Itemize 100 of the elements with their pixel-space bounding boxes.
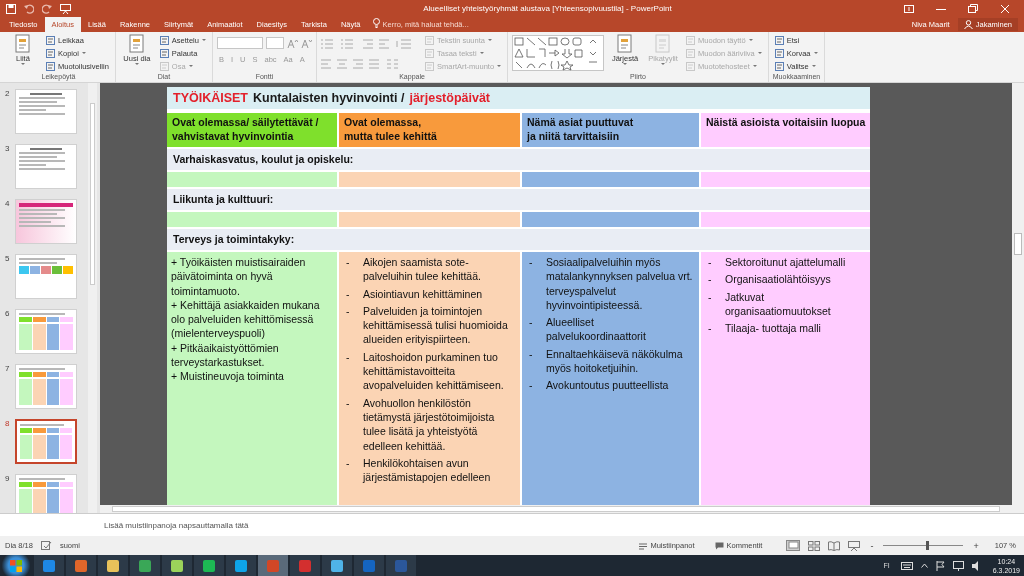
bullet-mark: -: [345, 255, 351, 270]
network-icon[interactable]: [952, 560, 964, 571]
bullet-mark: -: [345, 303, 351, 319]
caret-icon: [81, 52, 86, 54]
slideshow-icon[interactable]: [848, 540, 861, 551]
slide-number: 2: [5, 89, 11, 100]
tool-icon: [774, 48, 784, 58]
presentation-icon[interactable]: [60, 3, 71, 14]
slide-title-text: Kuntalaisten hyvinvointi /: [253, 91, 405, 105]
taskbar-button[interactable]: [130, 555, 160, 576]
list-item-text: Sektoroitunut ajattelumalli: [725, 255, 847, 270]
cell-text: + Kehittäjä asiakkaiden mukana olo palveluiden kehittömisessä (mielenterveyspuoli): [171, 297, 321, 341]
undo-icon[interactable]: [24, 3, 34, 14]
close-icon[interactable]: [1000, 3, 1010, 14]
caret-icon: [811, 65, 816, 67]
slide-thumbnail[interactable]: [15, 419, 77, 464]
restore-icon[interactable]: [968, 4, 978, 13]
tool-icon: [46, 61, 55, 71]
normal-view-icon[interactable]: [786, 540, 801, 551]
column-header: Nämä asiat puuttuvat ja niitä tarvittaisiin: [522, 113, 699, 147]
bullet-mark: -: [528, 255, 534, 270]
font-size-field[interactable]: [265, 37, 284, 49]
list-item-text: Jatkuvat organisaatiomuutokset: [725, 289, 832, 319]
list-item-text: Aikojen saamista sote-palveluihin tulee kehittää.: [363, 255, 482, 284]
taskbar-button[interactable]: [322, 555, 352, 576]
column-header: Ovat olemassa/ säilytettävät / vahvistavat hyvinvointia: [167, 113, 337, 147]
bullet-mark: -: [707, 272, 713, 287]
caret-icon: [134, 63, 139, 65]
tool-icon: [46, 48, 55, 58]
taskbar-button[interactable]: [194, 555, 224, 576]
list-item-text: Avokuntoutus puutteellista: [546, 378, 670, 393]
bullet-mark: -: [528, 315, 534, 331]
tool-icon: [424, 48, 434, 58]
list-item-text: Avohuollon henkilöstön tietämystä järjestötoimijoista tulee lisätä ja yhteistyötä edelleen kehittää.: [363, 395, 496, 453]
zoom-out-button[interactable]: -: [868, 540, 876, 551]
slide-number: 7: [5, 364, 11, 375]
section-heading: Liikunta ja kulttuuri:: [167, 189, 870, 212]
redo-icon[interactable]: [42, 3, 52, 14]
scrollbar[interactable]: [1012, 83, 1024, 513]
tool-icon: [424, 61, 434, 71]
taskbar-button[interactable]: [98, 555, 128, 576]
spellcheck-icon[interactable]: [40, 541, 52, 550]
list-item-text: Tilaaja- tuottaja malli: [725, 321, 822, 336]
reading-view-icon[interactable]: [828, 540, 841, 551]
column-header: Näistä asioista voitaisiin luopua: [701, 113, 870, 147]
notes-icon: [639, 541, 648, 550]
taskbar-button[interactable]: [226, 555, 256, 576]
slide-number: 3: [5, 144, 11, 155]
scrollbar[interactable]: [88, 83, 97, 513]
slide-title-text: TYÖIKÄISET: [173, 91, 248, 105]
caret-icon: [487, 39, 492, 41]
tool-icon: [159, 48, 169, 58]
bullet-mark: -: [707, 321, 713, 336]
keyboard-icon[interactable]: [900, 561, 913, 570]
window-title: Alueelliset yhteistyöryhmät alustava [Yhteensopivuustila] - PowerPoint: [422, 4, 673, 13]
caret-icon: [479, 52, 484, 54]
zoom-slider-thumb[interactable]: [926, 541, 930, 550]
caret-icon: [748, 39, 753, 41]
caret-icon: [752, 65, 757, 67]
tool-icon: [159, 35, 169, 45]
tool-icon: [424, 35, 434, 45]
save-icon[interactable]: [6, 3, 16, 14]
caret-icon: [661, 63, 666, 65]
shapes-gallery[interactable]: [512, 35, 605, 71]
list-item-text: Henkilökohtaisen avun järjestämistapojen edelleen: [363, 455, 492, 485]
font-name-field[interactable]: [216, 37, 263, 49]
slide-sorter-icon[interactable]: [808, 540, 821, 551]
slide-number: 5: [5, 254, 11, 265]
comment-icon: [714, 541, 724, 550]
list-item-text: Organisaatiolähtöisyys: [725, 272, 832, 287]
windows-logo-icon: [10, 559, 22, 572]
list-item-text: Asiointiavun kehittäminen: [363, 286, 484, 301]
caret-icon: [21, 63, 25, 65]
grow-font-icon[interactable]: [286, 38, 298, 48]
cell-text: + Työikäisten muistisairaiden päivätoiminta on hyvä toimintamuoto.: [171, 255, 307, 298]
slide-number: 8: [5, 419, 11, 430]
shrink-font-icon[interactable]: [300, 38, 312, 48]
list-item-text: Palveluiden ja toimintojen kehittämisessä tulisi huomioida alueiden erityispiirteen.: [363, 303, 509, 347]
slide-number: 9: [5, 474, 11, 485]
ribbon-options-icon[interactable]: [904, 4, 914, 13]
list-item-text: Laitoshoidon purkaminen tuo kehittämistavoitteita avopalveluiden kehittämiseen.: [363, 349, 505, 393]
cell-text: + Pitkäaikaistyöttömien terveystarkastukset.: [171, 340, 280, 370]
list-item-text: Ennaltaehkäisevä näkökulma myös hoitoketjuihin.: [546, 346, 684, 376]
taskbar-button[interactable]: [162, 555, 192, 576]
bullet-mark: -: [707, 255, 713, 270]
flag-icon[interactable]: [935, 560, 945, 571]
start-button[interactable]: [0, 555, 32, 576]
slide-number: 4: [5, 199, 11, 210]
zoom-in-button[interactable]: +: [971, 540, 981, 551]
scrollbar[interactable]: [100, 505, 1012, 513]
bullet-mark: -: [345, 286, 351, 301]
bullet-mark: -: [528, 378, 534, 393]
bullet-mark: -: [345, 455, 351, 471]
bullet-mark: -: [528, 346, 534, 362]
bullet-mark: -: [345, 349, 351, 365]
bullet-mark: -: [345, 395, 351, 411]
tool-icon: [774, 61, 784, 71]
tool-icon: [46, 35, 55, 45]
taskbar-button[interactable]: [66, 555, 96, 576]
cell-text: + Muistineuvoja toiminta: [171, 369, 285, 384]
